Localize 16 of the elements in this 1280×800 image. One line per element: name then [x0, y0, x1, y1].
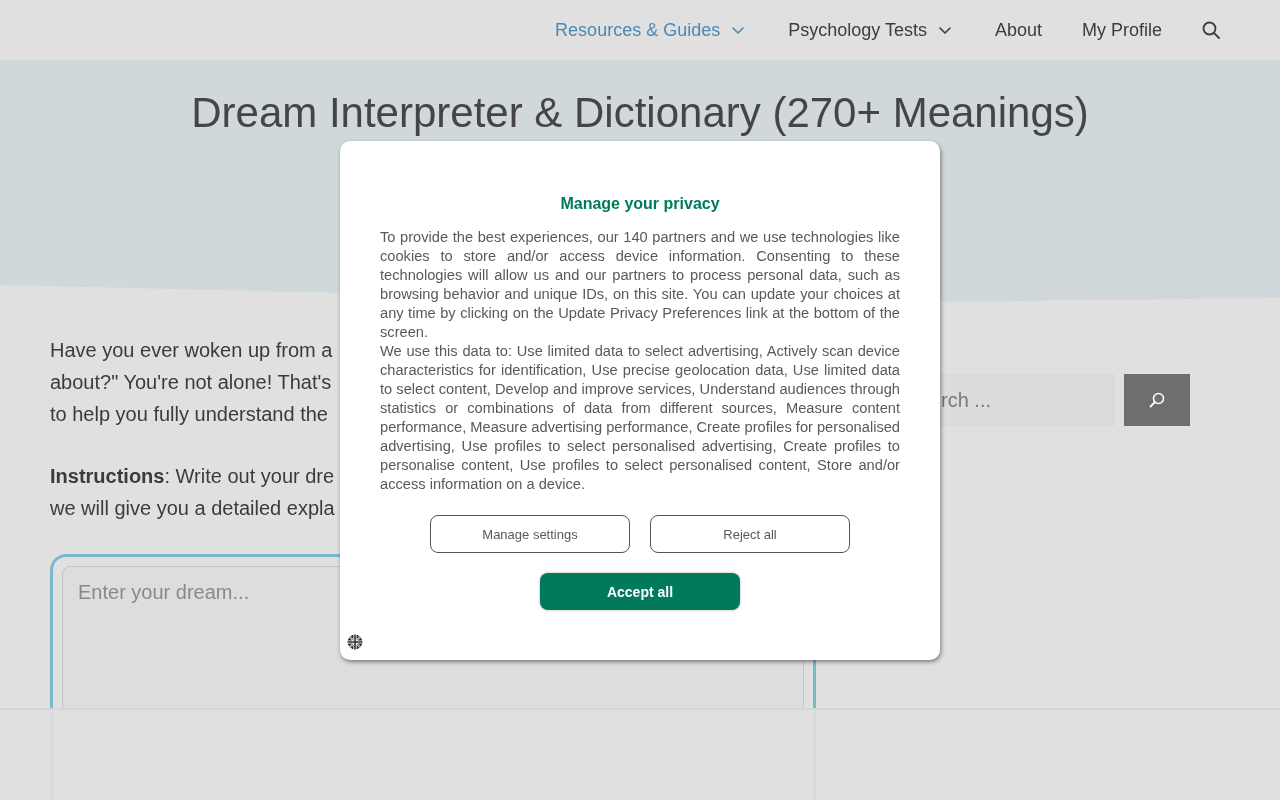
search-icon[interactable]: [1202, 21, 1220, 39]
dialog-button[interactable]: Reject all: [650, 515, 850, 553]
dialog-title: Manage your privacy: [559, 194, 721, 214]
dialog-button[interactable]: Manage settings: [430, 515, 630, 553]
nav-link[interactable]: My Profile: [1062, 0, 1182, 60]
dialog-text: To provide the best experiences, our 140 partners and we use technologies like cookies to store and/or access device information. Consenting to these technologies will allow us and our partners to process personal data, such as browsing behavior and unique IDs, on this site. You can update your choices at any time by clicking on the Update Privacy Preferences link at the bottom of the screen.: [380, 228, 900, 342]
dialog-text: We use this data to: Use limited data to select advertising, Actively scan device characteristics for identification, Use precise geolocation data, Use limited data to select content, Develop and improve services, Understand audiences through statistics or combinations of data from different sources, Measure content performance, Measure advertising performance, Create profiles for personalised advertising, Use profiles to select personalised advertising, Create profiles to personalise content, Use profiles to select personalised content, Store and/or access information on a device.: [380, 342, 900, 494]
nav-link[interactable]: About: [974, 0, 1062, 60]
nav-link[interactable]: Psychology Tests: [768, 0, 975, 60]
search-icon: [1149, 392, 1165, 408]
intro-paragraph: Have you ever woken up from a about?" You're not alone! That's to help you fully understand the: [50, 338, 333, 427]
search-field[interactable]: rch ...: [940, 374, 1114, 426]
accept-button[interactable]: Accept all: [540, 573, 740, 610]
instructions-paragraph: Instructions: Write out your dre we will give you a detailed expla: [50, 464, 335, 521]
page-title: Dream Interpreter & Dictionary (270+ Meanings): [191, 88, 1089, 138]
flag-icon[interactable]: [347, 634, 363, 650]
